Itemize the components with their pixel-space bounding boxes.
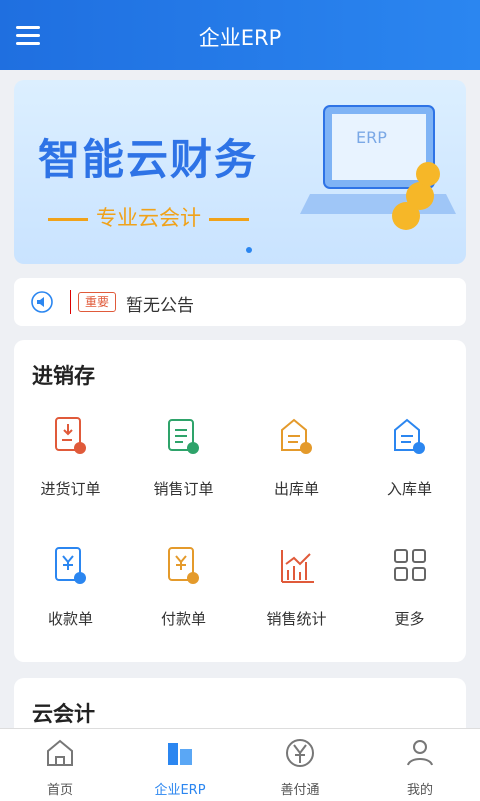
app-header: 企业ERP: [0, 0, 480, 70]
user-icon: [407, 740, 433, 766]
banner-subtitle: 专业云会计: [40, 202, 257, 232]
carousel-indicator[interactable]: [246, 247, 252, 253]
more-button[interactable]: 更多: [353, 540, 466, 660]
sales-order-button[interactable]: 销售订单: [127, 410, 240, 530]
inbound-icon: [394, 418, 425, 454]
receipt-icon: [55, 547, 86, 584]
outbound-icon: [281, 418, 312, 454]
svg-text:ERP: ERP: [356, 128, 387, 147]
card-inventory: 进销存 进货订单 销售订单 出库单 入库单 收款单 付款单 销售统计 更多: [14, 340, 466, 662]
section-title: 云会计: [32, 702, 95, 726]
speaker-icon: [31, 291, 53, 313]
banner[interactable]: 智能云财务 专业云会计 ERP: [14, 80, 466, 264]
chart-icon: [281, 550, 314, 583]
sales-stats-button[interactable]: 销售统计: [240, 540, 353, 660]
sales-order-icon: [168, 419, 199, 454]
section-title: 进销存: [32, 364, 95, 388]
home-icon: [47, 739, 73, 766]
tab-me[interactable]: 我的: [360, 729, 480, 801]
notice-bar[interactable]: 重要 暂无公告: [14, 278, 466, 326]
purchase-order-icon: [55, 417, 86, 454]
tab-payment[interactable]: 善付通: [240, 729, 360, 801]
building-icon: [168, 743, 192, 765]
laptop-illustration: ERP: [300, 105, 456, 230]
payment-icon: [168, 547, 199, 584]
notice-text: 暂无公告: [126, 296, 194, 316]
tab-erp[interactable]: 企业ERP: [120, 729, 240, 801]
page-title: 企业ERP: [198, 26, 282, 50]
banner-title: 智能云财务: [38, 135, 259, 184]
purchase-order-button[interactable]: 进货订单: [14, 410, 127, 530]
outbound-button[interactable]: 出库单: [240, 410, 353, 530]
yen-icon: [286, 739, 314, 767]
important-badge: 重要: [78, 292, 117, 312]
receipt-button[interactable]: 收款单: [14, 540, 127, 660]
bottom-tab-bar: 首页 企业ERP 善付通 我的: [0, 728, 480, 801]
grid-icon: [394, 549, 426, 581]
tab-home[interactable]: 首页: [0, 729, 120, 801]
inbound-button[interactable]: 入库单: [353, 410, 466, 530]
payment-button[interactable]: 付款单: [127, 540, 240, 660]
